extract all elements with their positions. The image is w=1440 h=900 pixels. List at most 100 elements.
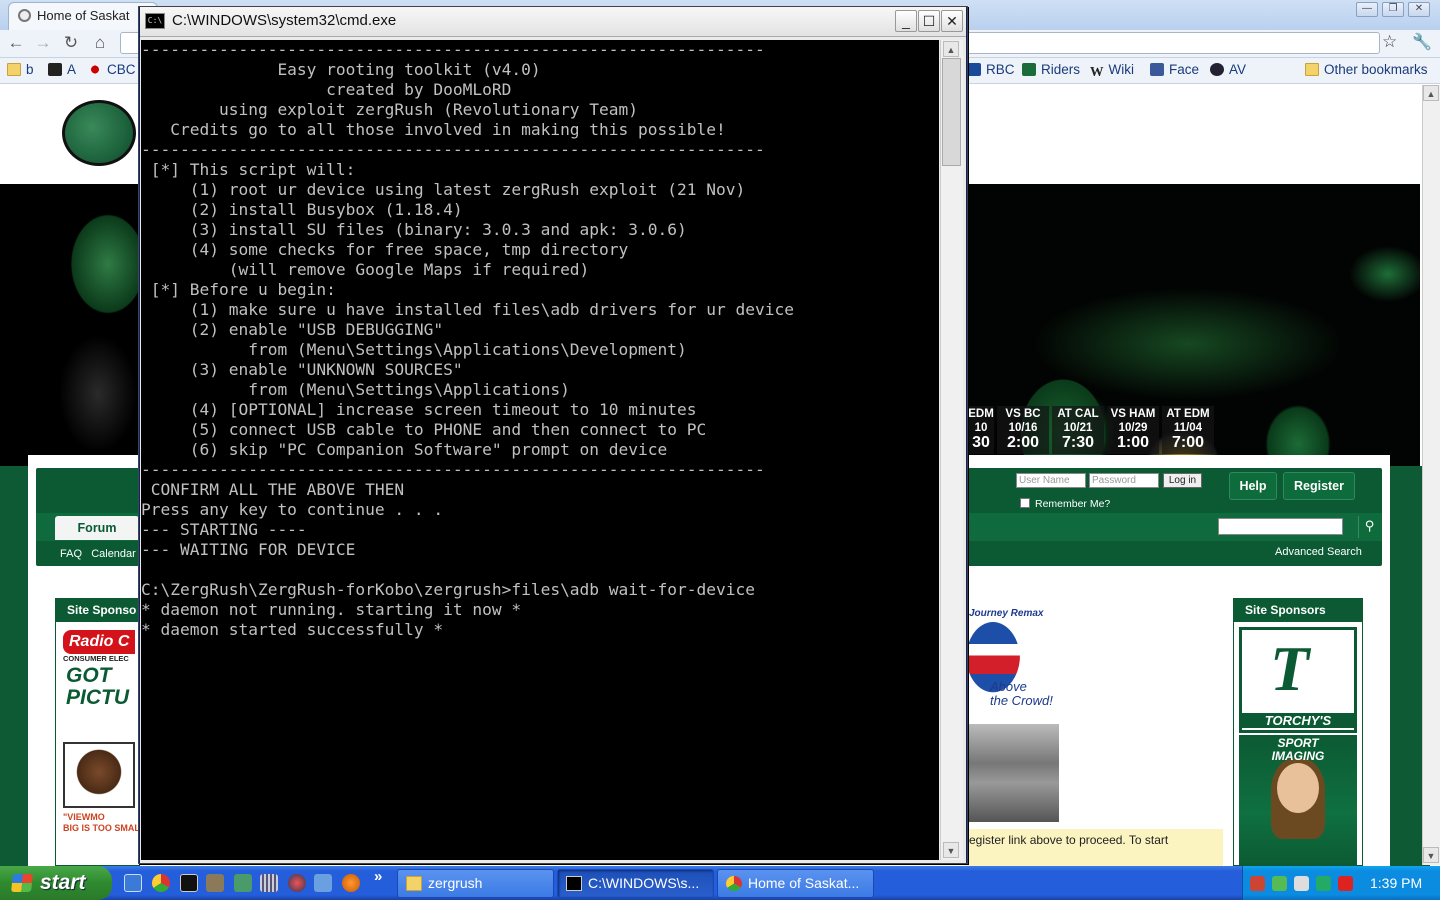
maximize-icon[interactable]: ☐	[918, 10, 940, 32]
remember-me[interactable]: Remember Me?	[1020, 498, 1110, 510]
console-line: * daemon not running. starting it now *	[141, 600, 522, 619]
back-icon[interactable]: ←	[5, 33, 27, 53]
console-line: (4) some checks for free space, tmp dire…	[141, 240, 629, 259]
torchys-name: TORCHY'S	[1242, 713, 1354, 728]
sport-imaging-ad[interactable]: SPORT IMAGING	[1239, 735, 1357, 866]
wrench-icon[interactable]: 🔧	[1412, 32, 1432, 52]
app-icon[interactable]	[288, 874, 306, 892]
bookmark-rbc[interactable]: RBC	[967, 62, 1015, 77]
app-icon[interactable]	[234, 874, 252, 892]
schedule-item[interactable]: VS HAM 10/29 1:00	[1107, 406, 1159, 454]
scroll-up-icon[interactable]: ▲	[943, 41, 959, 57]
console-text: ----------------------------------------…	[141, 40, 794, 640]
torchys-logo-icon: T	[1270, 633, 1310, 704]
minimize-icon[interactable]: _	[895, 10, 917, 32]
register-button[interactable]: Register	[1283, 472, 1355, 500]
app-icon[interactable]	[342, 874, 360, 892]
app-icon[interactable]	[260, 874, 278, 892]
console-line: (5) connect USB cable to PHONE and then …	[141, 420, 707, 439]
app-icon[interactable]	[180, 874, 198, 892]
username-field[interactable]: User Name	[1016, 473, 1086, 488]
taskbar-item-chrome[interactable]: Home of Saskat...	[717, 869, 874, 898]
cmd-title: C:\WINDOWS\system32\cmd.exe	[172, 12, 397, 29]
console-line: (1) root ur device using latest zergRush…	[141, 180, 746, 199]
tray-app-icon[interactable]	[1338, 876, 1353, 891]
taskbar-item-zergrush[interactable]: zergrush	[397, 869, 554, 898]
console-line: [*] This script will:	[141, 160, 356, 179]
console-line: (3) enable "UNKNOWN SOURCES"	[141, 360, 463, 379]
search-icon[interactable]: ⚲	[1358, 516, 1380, 538]
bookmark-folder-b[interactable]: b	[7, 62, 34, 77]
console-line: * daemon started successfully *	[141, 620, 444, 639]
home-icon[interactable]: ⌂	[89, 33, 111, 53]
cmd-icon[interactable]: C:\	[145, 13, 165, 29]
cmd-scroll-thumb[interactable]	[942, 58, 961, 166]
scroll-up-icon[interactable]: ▲	[1423, 85, 1439, 101]
help-button[interactable]: Help	[1229, 472, 1277, 500]
register-notice: egister link above to proceed. To start	[966, 829, 1223, 866]
close-icon[interactable]: ✕	[1408, 2, 1430, 17]
radio-logo[interactable]: Radio C	[63, 630, 135, 654]
quicklaunch-overflow-icon[interactable]: »	[374, 868, 382, 885]
tools-icon[interactable]	[206, 874, 224, 892]
minimize-icon[interactable]: —	[1356, 2, 1378, 17]
close-icon[interactable]: ✕	[941, 10, 963, 32]
torchys-ad[interactable]: T TORCHY'S	[1239, 627, 1357, 733]
chrome-icon[interactable]	[152, 874, 170, 892]
amazon-icon	[48, 63, 62, 76]
search-input[interactable]	[1218, 518, 1343, 535]
login-button[interactable]: Log in	[1163, 473, 1202, 488]
clock: 1:39 PM	[1370, 875, 1423, 891]
reload-icon[interactable]: ↻	[60, 33, 82, 53]
page-scrollbar[interactable]: ▲ ▼	[1422, 85, 1440, 865]
scroll-down-icon[interactable]: ▼	[943, 842, 959, 858]
restore-icon[interactable]: ❐	[1382, 2, 1404, 17]
schedule-item[interactable]: AT EDM 11/04 7:00	[1162, 406, 1214, 454]
show-desktop-icon[interactable]	[124, 874, 142, 892]
bookmark-wiki[interactable]: W Wiki	[1090, 62, 1134, 79]
console-line: created by DooMLoRD	[141, 80, 512, 99]
forward-icon[interactable]: →	[32, 33, 54, 53]
tab-forum[interactable]: Forum	[55, 516, 139, 540]
cheerleader-face	[1277, 763, 1319, 813]
game-schedule: EDM 10 30 VS BC 10/16 2:00 AT CAL 10/21 7:30 V…	[968, 406, 1217, 454]
wikipedia-icon: W	[1090, 64, 1104, 79]
bookmark-star-icon[interactable]: ☆	[1382, 32, 1397, 52]
console-line: C:\ZergRush\ZergRush-forKobo\zergrush>fi…	[141, 580, 755, 599]
scroll-down-icon[interactable]: ▼	[1423, 847, 1439, 863]
bookmark-cbc[interactable]: CBC	[88, 62, 136, 77]
console-output[interactable]: ----------------------------------------…	[141, 40, 939, 860]
tray-app-icon[interactable]	[1316, 876, 1331, 891]
browser-tab[interactable]: Home of Saskat	[8, 2, 158, 30]
tray-app-icon[interactable]	[1272, 876, 1287, 891]
bookmark-riders[interactable]: Riders	[1022, 62, 1080, 77]
password-field[interactable]: Password	[1089, 473, 1159, 488]
taskbar-item-cmd[interactable]: C:\WINDOWS\s...	[557, 869, 714, 898]
bookmark-facebook[interactable]: Face	[1150, 62, 1199, 77]
tray-app-icon[interactable]	[1294, 876, 1309, 891]
sponsor-photo[interactable]	[968, 724, 1059, 822]
faq-link[interactable]: FAQ	[60, 548, 82, 560]
schedule-item[interactable]: EDM 10 30	[968, 406, 994, 454]
app-icon[interactable]	[314, 874, 332, 892]
console-line: ----------------------------------------…	[141, 460, 765, 479]
forum-sublinks: FAQ Calendar	[60, 548, 136, 560]
advanced-search-link[interactable]: Advanced Search	[1275, 546, 1362, 558]
bookmark-av[interactable]: AV	[1210, 62, 1246, 77]
remember-checkbox[interactable]	[1020, 498, 1030, 508]
schedule-item[interactable]: AT CAL 10/21 7:30	[1052, 406, 1104, 454]
bookmark-amazon[interactable]: A	[48, 62, 76, 77]
console-line: (4) [OPTIONAL] increase screen timeout t…	[141, 400, 697, 419]
console-line: ----------------------------------------…	[141, 40, 765, 59]
folder-icon	[406, 876, 422, 891]
schedule-item[interactable]: VS BC 10/16 2:00	[997, 406, 1049, 454]
console-line: (2) enable "USB DEBUGGING"	[141, 320, 444, 339]
site-logo[interactable]	[62, 100, 136, 166]
sponsor-photo[interactable]	[63, 742, 135, 808]
tray-app-icon[interactable]	[1250, 876, 1265, 891]
browser-window-controls: — ❐ ✕	[1356, 2, 1430, 17]
other-bookmarks[interactable]: Other bookmarks	[1305, 62, 1428, 77]
calendar-link[interactable]: Calendar	[91, 548, 136, 560]
console-line: [*] Before u begin:	[141, 280, 336, 299]
